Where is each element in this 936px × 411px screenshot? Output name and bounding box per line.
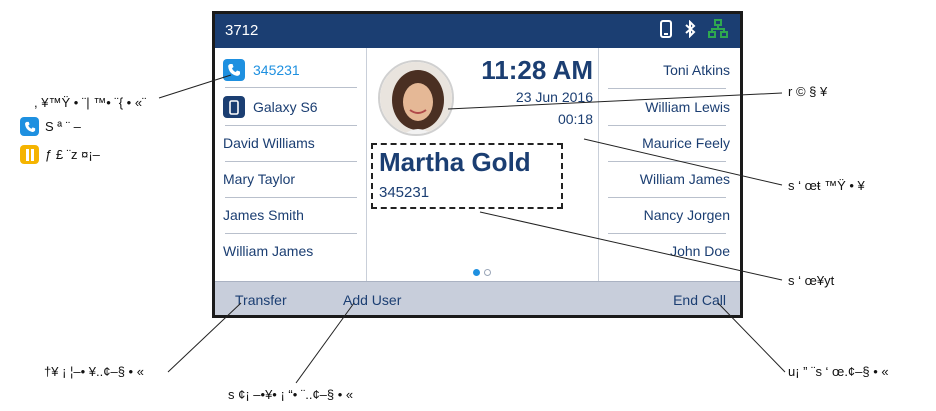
legend-hold: ƒ £ ¨z ¤¡– <box>20 145 100 164</box>
legend-label: ƒ £ ¨z ¤¡– <box>45 147 100 162</box>
legend-active-call: S ª ¨ – <box>20 117 81 136</box>
callout-transfer: †¥ ¡ ¦–• ¥..¢–§ • « <box>44 364 144 379</box>
phone-icon <box>20 117 39 136</box>
pause-icon <box>20 145 39 164</box>
callout-caller-photo: r © § ¥ <box>788 84 828 99</box>
callout-lines <box>158 74 786 384</box>
callout-call-duration: s ‘ œŧ ™Ÿ • ¥ <box>788 178 865 193</box>
legend-label: S ª ¨ – <box>45 119 81 134</box>
callout-caller-info: s ‘ œ¥yt <box>788 273 835 288</box>
callout-add-user: s ¢¡ –•¥• ¡ “• ¨..¢–§ • « <box>228 387 354 402</box>
callout-end-call: u¡ ” ¨s ‘ œ.¢–§ • « <box>788 364 889 379</box>
callout-line-keys: , ¥™Ÿ • ¨| ™• ¨{ • «¨ <box>34 95 147 110</box>
